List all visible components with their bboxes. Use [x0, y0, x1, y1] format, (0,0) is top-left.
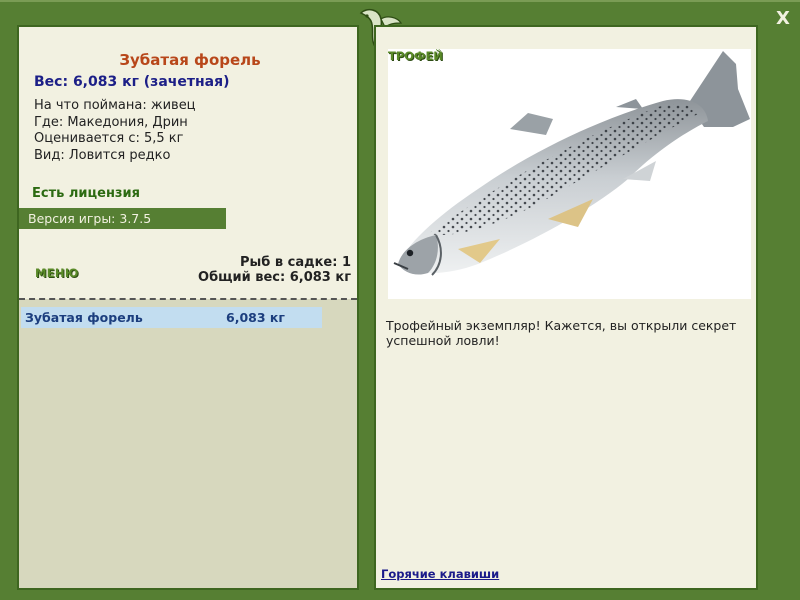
trophy-label: ТРОФЕЙ	[388, 49, 443, 63]
fish-details-area: Зубатая форель Вес: 6,083 кг (зачетная) …	[19, 27, 357, 299]
close-icon[interactable]: X	[776, 8, 790, 29]
keep-net-summary: Рыб в садке: 1 Общий вес: 6,083 кг	[198, 255, 351, 285]
fish-info-panel: Зубатая форель Вес: 6,083 кг (зачетная) …	[17, 25, 359, 590]
keep-count: Рыб в садке: 1	[239, 255, 351, 270]
trout-image	[393, 51, 750, 276]
divider	[19, 298, 357, 300]
catch-weight: 6,083 кг	[226, 310, 285, 325]
game-version: Версия игры: 3.7.5	[19, 208, 226, 229]
rating-info: Оценивается с: 5,5 кг	[34, 131, 184, 146]
catch-list-row[interactable]: Зубатая форель 6,083 кг	[21, 307, 322, 328]
game-window-frame: X Зубатая форель Вес: 6,083 кг (зачетная…	[0, 0, 800, 600]
rarity-info: Вид: Ловится редко	[34, 147, 171, 163]
location-info: Где: Македония, Дрин	[34, 114, 188, 130]
license-status: Есть лицензия	[32, 186, 140, 201]
catch-name: Зубатая форель	[25, 310, 143, 325]
fish-photo	[388, 49, 751, 299]
menu-button[interactable]: МЕНЮ	[35, 266, 79, 280]
fish-info-lines: На что поймана: живец Где: Македония, Др…	[34, 98, 196, 164]
fish-weight: Вес: 6,083 кг (зачетная)	[34, 74, 230, 90]
trophy-description: Трофейный экземпляр! Кажется, вы открыли…	[386, 318, 737, 348]
hotkeys-link[interactable]: Горячие клавиши	[381, 567, 499, 581]
keep-total-weight: Общий вес: 6,083 кг	[198, 270, 351, 285]
fish-title: Зубатая форель	[119, 51, 261, 69]
close-button[interactable]: X	[773, 9, 793, 29]
trophy-panel: ТРОФЕЙ Трофейный экземпляр! Кажется, вы …	[374, 25, 758, 590]
bait-info: На что поймана: живец	[34, 98, 196, 113]
